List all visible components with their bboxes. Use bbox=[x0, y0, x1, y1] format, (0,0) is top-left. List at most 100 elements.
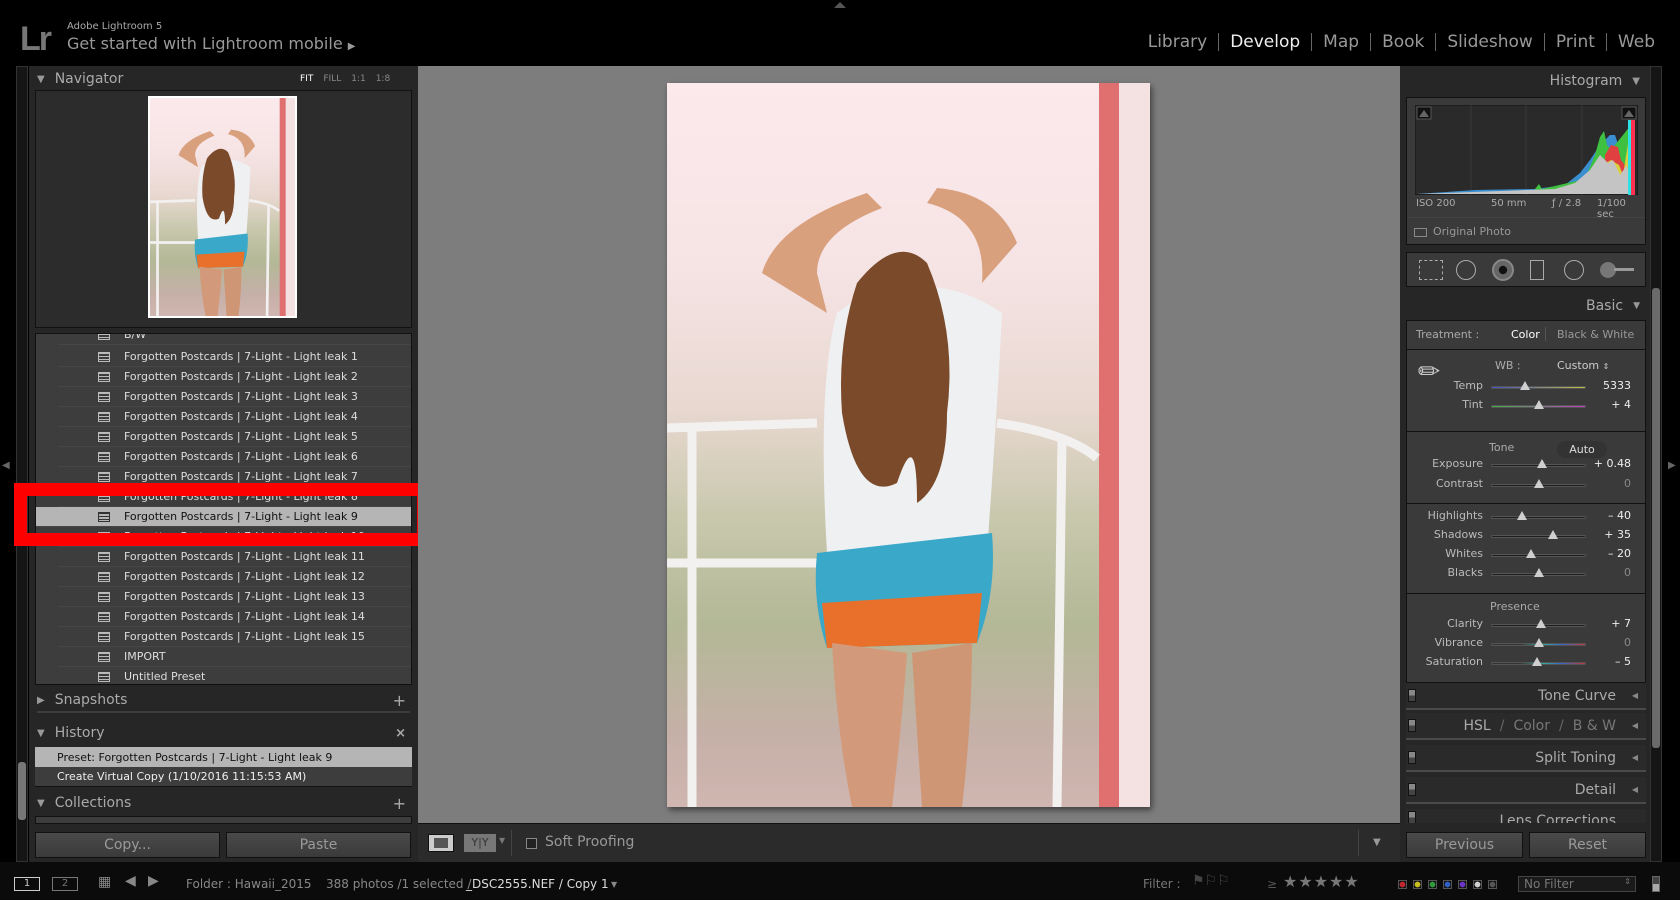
preset-item[interactable]: Forgotten Postcards | 7-Light - Light le… bbox=[58, 347, 411, 367]
preset-item[interactable]: IMPORT bbox=[58, 647, 411, 667]
highlights-slider[interactable] bbox=[1491, 511, 1586, 520]
flag-filter-icons[interactable]: ⚑⚐⚐ bbox=[1192, 873, 1230, 889]
basic-header[interactable]: Basic ▼ bbox=[1540, 294, 1640, 318]
before-after-button[interactable]: Y|Y bbox=[464, 834, 496, 852]
hsl-tab[interactable]: HSL bbox=[1464, 718, 1491, 734]
shadows-slider[interactable] bbox=[1491, 530, 1586, 539]
main-photo[interactable] bbox=[667, 83, 1150, 807]
module-develop[interactable]: Develop bbox=[1219, 32, 1311, 52]
slider-thumb[interactable] bbox=[1516, 511, 1527, 520]
temp-value[interactable]: 5333 bbox=[1581, 379, 1631, 392]
module-library[interactable]: Library bbox=[1137, 32, 1218, 52]
module-map[interactable]: Map bbox=[1312, 32, 1370, 52]
slider-thumb[interactable] bbox=[1519, 381, 1530, 390]
panel-toggle-switch[interactable] bbox=[1408, 751, 1416, 764]
color-label-filter-swatch[interactable] bbox=[1458, 880, 1467, 889]
detail-panel-header[interactable]: Detail ◀ bbox=[1406, 777, 1646, 804]
slider-thumb[interactable] bbox=[1548, 530, 1559, 539]
whites-slider[interactable] bbox=[1491, 549, 1586, 558]
folder-source[interactable]: Folder : Hawaii_2015 bbox=[186, 877, 312, 891]
toolbar-options-dropdown-icon[interactable]: ▼ bbox=[1373, 837, 1381, 848]
shadows-value[interactable]: + 35 bbox=[1581, 528, 1631, 541]
slider-thumb[interactable] bbox=[1526, 549, 1537, 558]
rating-comparator[interactable]: ≥ bbox=[1267, 877, 1277, 891]
preset-item[interactable]: B/W bbox=[58, 334, 411, 345]
preset-item[interactable]: Forgotten Postcards | 7-Light - Light le… bbox=[58, 547, 411, 567]
blacks-value[interactable]: 0 bbox=[1581, 566, 1631, 579]
treatment-bw-option[interactable]: Black & White bbox=[1557, 328, 1634, 341]
current-file[interactable]: _DSC2555.NEF / Copy 1 bbox=[466, 877, 609, 891]
vibrance-value[interactable]: 0 bbox=[1581, 636, 1631, 649]
graduated-filter-icon[interactable] bbox=[1530, 260, 1544, 280]
blacks-slider[interactable] bbox=[1491, 568, 1586, 577]
preset-item[interactable]: Forgotten Postcards | 7-Light - Light le… bbox=[58, 627, 411, 647]
reset-button[interactable]: Reset bbox=[1529, 832, 1646, 858]
navigator-preview[interactable] bbox=[35, 90, 412, 328]
module-web[interactable]: Web bbox=[1607, 32, 1666, 52]
color-label-filter-swatch[interactable] bbox=[1443, 880, 1452, 889]
saturation-slider[interactable] bbox=[1491, 657, 1586, 666]
contrast-value[interactable]: 0 bbox=[1581, 477, 1631, 490]
left-panel-collapse-icon[interactable]: ◀ bbox=[2, 460, 10, 471]
slider-thumb[interactable] bbox=[1531, 657, 1542, 666]
loupe-view-button[interactable] bbox=[428, 834, 454, 852]
saturation-value[interactable]: – 5 bbox=[1581, 655, 1631, 668]
navigator-zoom-1-8[interactable]: 1:8 bbox=[376, 74, 390, 84]
mobile-promo-link[interactable]: Get started with Lightroom mobile ▶ bbox=[67, 34, 355, 53]
slider-thumb[interactable] bbox=[1533, 479, 1544, 488]
preset-item[interactable]: Forgotten Postcards | 7-Light - Light le… bbox=[58, 567, 411, 587]
filter-preset-select[interactable]: No Filter ⇕ bbox=[1518, 876, 1636, 892]
color-label-filter-swatch[interactable] bbox=[1413, 880, 1422, 889]
whites-value[interactable]: – 20 bbox=[1581, 547, 1631, 560]
right-panel-collapse-icon[interactable]: ▶ bbox=[1668, 460, 1676, 471]
slider-thumb[interactable] bbox=[1533, 568, 1544, 577]
clarity-value[interactable]: + 7 bbox=[1581, 617, 1631, 630]
auto-tone-button[interactable]: Auto bbox=[1557, 441, 1607, 458]
back-arrow-icon[interactable]: ◀ bbox=[125, 873, 136, 889]
right-scrollbar-thumb[interactable] bbox=[1652, 288, 1660, 748]
add-collection-icon[interactable]: + bbox=[393, 794, 406, 813]
bw-tab[interactable]: B & W bbox=[1573, 718, 1616, 734]
tone-curve-panel-header[interactable]: Tone Curve ◀ bbox=[1406, 683, 1646, 710]
red-eye-icon[interactable] bbox=[1492, 259, 1514, 281]
top-panel-toggle-icon[interactable] bbox=[834, 2, 846, 8]
color-label-filter-swatch[interactable] bbox=[1428, 880, 1437, 889]
histogram-header[interactable]: Histogram ▼ bbox=[1540, 69, 1640, 93]
exposure-value[interactable]: + 0.48 bbox=[1581, 457, 1631, 470]
left-panel-scrollbar[interactable] bbox=[16, 66, 28, 862]
vibrance-slider[interactable] bbox=[1491, 638, 1586, 647]
slider-thumb[interactable] bbox=[1536, 619, 1547, 628]
navigator-header[interactable]: ▼ Navigator bbox=[37, 67, 123, 91]
radial-filter-icon[interactable] bbox=[1564, 260, 1584, 280]
filter-lock-toggle[interactable] bbox=[1652, 876, 1660, 892]
grid-view-icon[interactable]: ▦ bbox=[98, 874, 111, 890]
star-rating-filter[interactable]: ★★★★★ bbox=[1283, 872, 1360, 891]
history-item[interactable]: Create Virtual Copy (1/10/2016 11:15:53 … bbox=[35, 767, 412, 787]
copy-button[interactable]: Copy... bbox=[35, 832, 220, 858]
previous-button[interactable]: Previous bbox=[1406, 832, 1523, 858]
history-header[interactable]: ▼ History × bbox=[37, 721, 410, 745]
spot-removal-icon[interactable] bbox=[1456, 260, 1476, 280]
color-label-filter-swatch[interactable] bbox=[1488, 880, 1497, 889]
module-book[interactable]: Book bbox=[1371, 32, 1435, 52]
module-print[interactable]: Print bbox=[1545, 32, 1606, 52]
contrast-slider[interactable] bbox=[1491, 479, 1586, 488]
wb-select[interactable]: Custom ⇕ bbox=[1557, 359, 1609, 372]
history-item[interactable]: Preset: Forgotten Postcards | 7-Light - … bbox=[35, 747, 412, 767]
color-label-filter-swatch[interactable] bbox=[1473, 880, 1482, 889]
exposure-slider[interactable] bbox=[1491, 459, 1586, 468]
forward-arrow-icon[interactable]: ▶ bbox=[148, 873, 159, 889]
hsl-panel-header[interactable]: HSL / Color / B & W ◀ bbox=[1406, 713, 1646, 740]
clear-history-icon[interactable]: × bbox=[395, 726, 406, 741]
original-photo-checkbox[interactable] bbox=[1414, 228, 1427, 237]
lens-corrections-panel-header[interactable]: Lens Corrections bbox=[1406, 809, 1646, 823]
temp-slider[interactable] bbox=[1491, 381, 1586, 390]
crop-overlay-icon[interactable] bbox=[1419, 260, 1443, 280]
navigator-zoom-fit[interactable]: FIT bbox=[300, 74, 313, 84]
preset-item[interactable]: Forgotten Postcards | 7-Light - Light le… bbox=[58, 367, 411, 387]
split-toning-panel-header[interactable]: Split Toning ◀ bbox=[1406, 745, 1646, 772]
secondary-display-button[interactable]: 2 bbox=[52, 877, 78, 891]
highlights-value[interactable]: – 40 bbox=[1581, 509, 1631, 522]
snapshots-header[interactable]: ▶ Snapshots + bbox=[37, 689, 410, 713]
preset-item[interactable]: Forgotten Postcards | 7-Light - Light le… bbox=[58, 607, 411, 627]
